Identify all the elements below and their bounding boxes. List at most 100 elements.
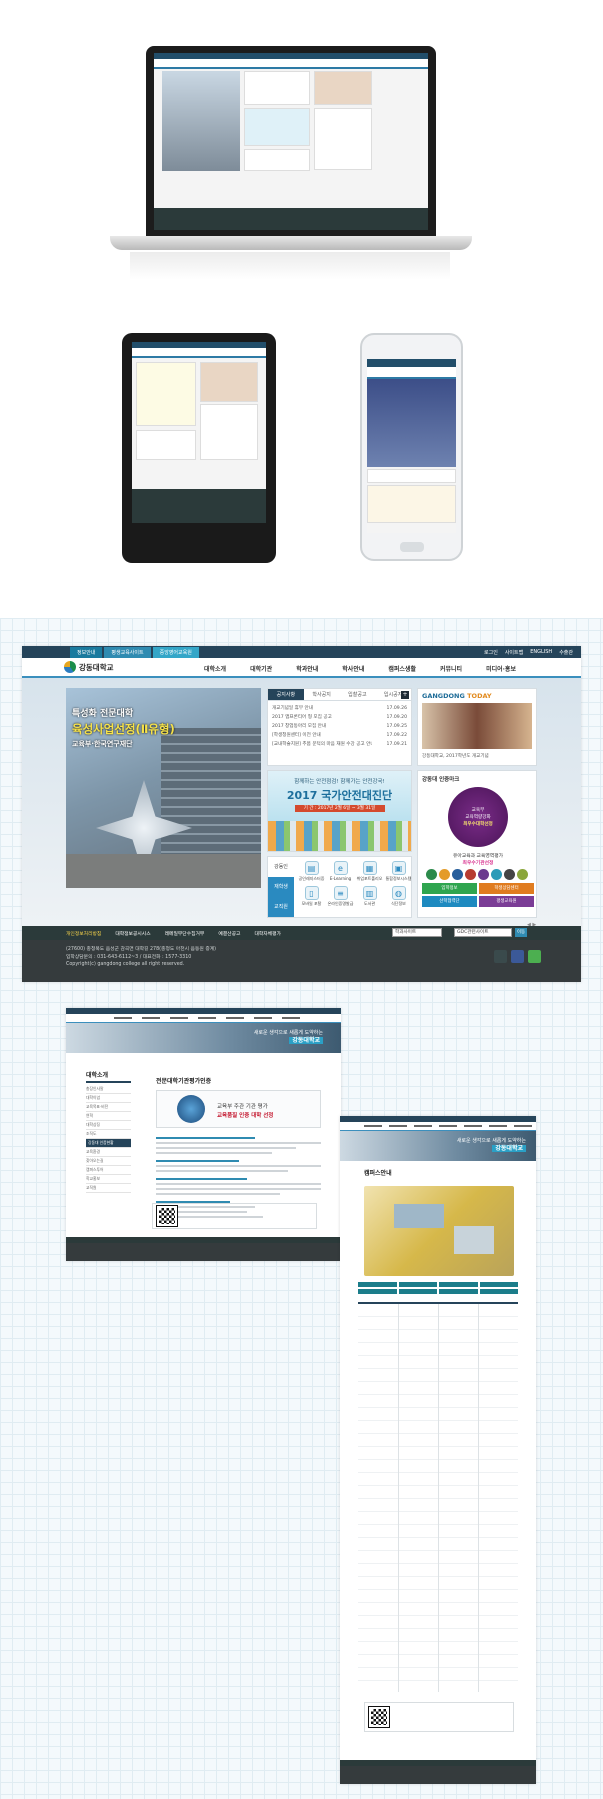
side-nav-item[interactable]: 총장인사말 [86, 1085, 131, 1094]
industry-button[interactable]: 산학협력단 [422, 896, 477, 907]
counseling-button[interactable]: 학생상담센터 [479, 883, 534, 894]
campus-map[interactable] [364, 1186, 514, 1276]
desc-line-2: 최우수기관선정 [462, 861, 494, 866]
quick-item[interactable]: ▯ 모바일 포탈 [298, 886, 325, 907]
phone-mockup [360, 333, 463, 561]
admission-button[interactable]: 입학정보 [422, 883, 477, 894]
side-nav-item[interactable]: 연혁 [86, 1112, 131, 1121]
qr-box [152, 1203, 317, 1229]
quick-item-label: E-Learning [329, 876, 352, 881]
menu-about[interactable]: 대학소개 [204, 664, 226, 673]
notice-more-button[interactable]: + [401, 691, 409, 699]
badge-line-3: 최우수대학선정 [463, 822, 493, 827]
box-line-1: 교육부 주관 기관 평가 [217, 1104, 268, 1110]
quick-item-label: 취업포트폴리오 [356, 876, 383, 881]
hero-banner[interactable]: 특성화 전문대학 육성사업선정(Ⅱ유형) 교육부·한국연구재단 [66, 688, 261, 888]
menu-departments[interactable]: 학과안내 [296, 664, 318, 673]
sitemap-link[interactable]: 사이트맵 [505, 649, 523, 656]
tab-bid-notice[interactable]: 입찰공고 [340, 689, 376, 700]
disclosure-link[interactable]: 대학정보공시시스 [115, 930, 150, 937]
safety-campaign-banner[interactable]: 함께하는 안전점검! 함께가는 안전강국! 2017 국가안전대진단 기 간 :… [267, 770, 412, 852]
notice-list: 개교기념일 휴무 안내 17.09.26 2017 앱프론티어 형 모집 공고 17… [268, 701, 411, 752]
talk-icon[interactable] [528, 950, 541, 963]
util-tab-lifelong[interactable]: 평생교육사이트 [104, 646, 151, 658]
notice-board: 공지사항 학사공지 입찰공고 입시공지 + 개교기념일 휴무 안내 17.09.2… [267, 688, 412, 766]
english-link[interactable]: ENGLISH [530, 649, 552, 655]
meal-icon: ◍ [391, 886, 406, 900]
quick-item[interactable]: ▣ 통합정보시스템 [385, 861, 412, 882]
list-item[interactable]: 2017 앱프론티어 형 모집 공고 17.09.20 [272, 713, 407, 722]
quick-item[interactable]: ▥ 도서관 [356, 886, 383, 907]
side-nav-item[interactable]: 학교홍보 [86, 1175, 131, 1184]
side-nav-item[interactable]: 조직도 [86, 1130, 131, 1139]
accreditation-desc: 유아교육과 교육영역평가 최우수기관선정 [422, 853, 534, 867]
quick-item[interactable]: e E-Learning [327, 861, 354, 882]
util-tab-info[interactable]: 정보안내 [70, 646, 103, 658]
logo-emblem-icon [64, 661, 76, 673]
subpage-banner: 새로운 생각으로 새롭게 도약하는 강동대학교 [66, 1023, 341, 1053]
privacy-link[interactable]: 개인정보처리방침 [66, 930, 101, 937]
login-link[interactable]: 로그인 [484, 649, 498, 656]
tablet-mockup [122, 333, 276, 563]
quick-item[interactable]: ≡ 온라인증명발급 [327, 886, 354, 907]
footer-info: (27600) 충청북도 음성군 감곡면 대학길 278(충청도 아천시 음동원… [22, 940, 581, 982]
campus-legend [358, 1282, 518, 1294]
laptop-mockup [146, 46, 436, 236]
email-refusal-link[interactable]: 레메일무단수집거부 [165, 930, 205, 937]
quick-tab-gangdong[interactable]: 강동인 [268, 857, 294, 877]
side-nav-item[interactable]: 교육목표·비전 [86, 1103, 131, 1112]
banner-line-2: 강동대학교 [492, 1145, 526, 1152]
side-nav-item[interactable]: 캠퍼스투어 [86, 1166, 131, 1175]
quick-item[interactable]: ▦ 취업포트폴리오 [356, 861, 383, 882]
quick-links: 강동인 재학생 교직원 ▤ 공인레지스터증 e E-Learning ▦ 취업포트폴리… [267, 856, 412, 918]
tablet-screen-preview [132, 342, 266, 523]
quick-item[interactable]: ◍ 식단정보 [385, 886, 412, 907]
notice-date: 17.09.21 [386, 742, 407, 747]
today-heading: GANGDONG TODAY [418, 689, 536, 703]
menu-institutions[interactable]: 대학기관 [250, 664, 272, 673]
quick-tab-students[interactable]: 재학생 [268, 877, 294, 897]
gangdong-today[interactable]: GANGDONG TODAY 강동대학교, 2017학년도 개교기념 [417, 688, 537, 766]
mark-icon [517, 869, 528, 880]
list-item[interactable]: [교내학술지원] 추봄 문턱의 마음 재원 수강 공고 안내 17.09.21 [272, 740, 407, 749]
quick-item-label: 공인레지스터증 [298, 876, 325, 881]
footer-copyright: Copyright(c) gangdong college all right … [66, 962, 185, 967]
budget-link[interactable]: 예결산공고 [218, 930, 240, 937]
hero-line-2: 육성사업선정(Ⅱ유형) [72, 722, 175, 736]
side-nav-item[interactable]: 교육환경 [86, 1148, 131, 1157]
side-nav-item[interactable]: 교직원 [86, 1184, 131, 1193]
certificate-icon: ▤ [304, 861, 319, 875]
list-item[interactable]: 2017 창업동아리 모집 안내 17.09.25 [272, 722, 407, 731]
menu-community[interactable]: 커뮤니티 [440, 664, 462, 673]
subpage-banner: 새로운 생각으로 새롭게 도약하는 강동대학교 [340, 1131, 536, 1161]
department-select[interactable]: 학과사이트 [392, 928, 442, 937]
lifelong-button[interactable]: 평생교육원 [479, 896, 534, 907]
global-nav: 강동대학교 대학소개 대학기관 학과안내 학사안내 캠퍼스생활 커뮤니티 미디어… [22, 658, 581, 678]
mark-icon [452, 869, 463, 880]
export-link[interactable]: 수출관 [559, 649, 573, 656]
menu-academics[interactable]: 학사안내 [342, 664, 364, 673]
side-nav-item[interactable]: 대학이념 [86, 1094, 131, 1103]
quick-item[interactable]: ▤ 공인레지스터증 [298, 861, 325, 882]
facebook-icon[interactable] [511, 950, 524, 963]
tab-academic-notice[interactable]: 학사공지 [304, 689, 340, 700]
qr-code-icon [368, 1706, 390, 1728]
related-site-select[interactable]: GDC관련사이트 [454, 928, 512, 937]
side-nav-item-active[interactable]: 강동대 인증현황 [86, 1139, 131, 1148]
util-tab-english[interactable]: 중앙영어교육원 [152, 646, 199, 658]
today-photo [422, 703, 532, 749]
ground-image [66, 854, 261, 888]
quick-tab-staff[interactable]: 교직원 [268, 897, 294, 917]
side-nav-title: 대학소개 [86, 1070, 131, 1083]
list-item[interactable]: 개교기념일 휴무 안내 17.09.26 [272, 704, 407, 713]
list-item[interactable]: [학생청원센터] 이전 안내 17.09.22 [272, 731, 407, 740]
menu-campus-life[interactable]: 캠퍼스생활 [388, 664, 416, 673]
site-logo[interactable]: 강동대학교 [64, 661, 114, 673]
side-nav-item[interactable]: 대학상징 [86, 1121, 131, 1130]
side-nav-item[interactable]: 찾아오는길 [86, 1157, 131, 1166]
quick-item-label: 온라인증명발급 [327, 901, 354, 906]
evaluation-link[interactable]: 대학자체평가 [254, 930, 280, 937]
menu-media[interactable]: 미디어·홍보 [486, 664, 516, 673]
go-button[interactable]: 이동 [515, 928, 527, 937]
tab-notice[interactable]: 공지사항 [268, 689, 304, 700]
